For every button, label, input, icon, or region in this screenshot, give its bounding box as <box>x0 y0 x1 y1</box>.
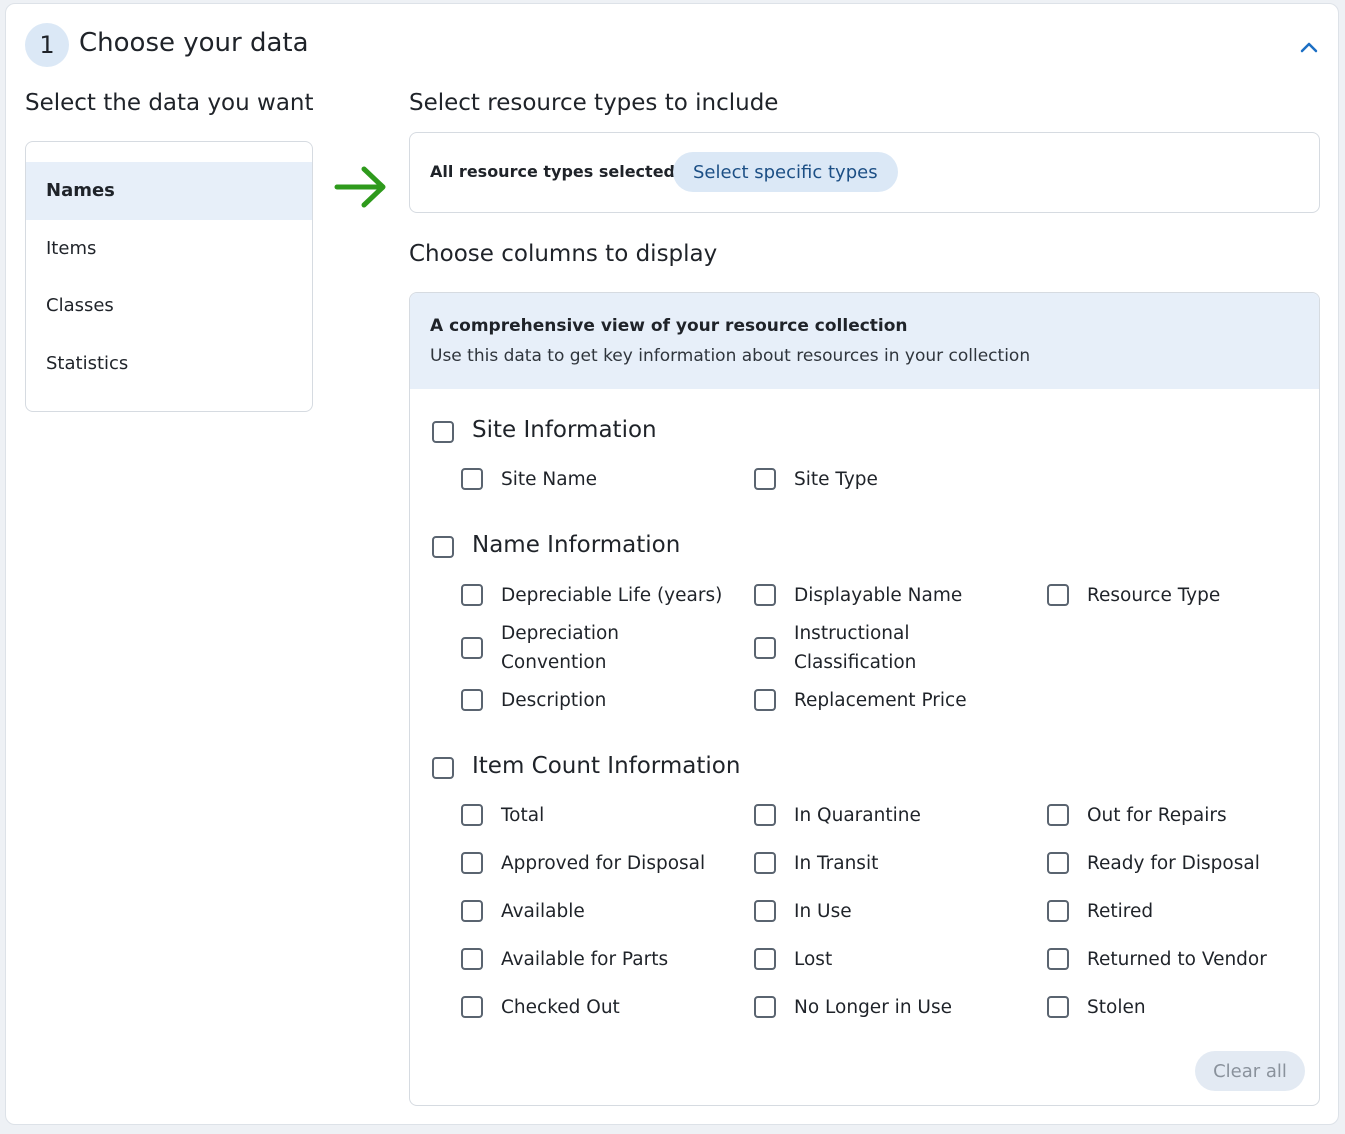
column-checkbox-depreciable-life[interactable] <box>461 584 483 606</box>
data-type-items[interactable]: Items <box>26 220 312 278</box>
column-checkbox-approved-for-disposal[interactable] <box>461 852 483 874</box>
column-checkbox-total[interactable] <box>461 804 483 826</box>
columns-heading: Choose columns to display <box>409 241 718 267</box>
column-checkbox-in-quarantine[interactable] <box>754 804 776 826</box>
column-checkbox-no-longer-in-use[interactable] <box>754 996 776 1018</box>
data-type-list: Names Items Classes Statistics <box>25 141 313 412</box>
column-label-instructional-classification-line2: Classification <box>794 652 917 673</box>
column-checkbox-displayable-name[interactable] <box>754 584 776 606</box>
column-checkbox-available[interactable] <box>461 900 483 922</box>
data-type-names[interactable]: Names <box>26 162 312 220</box>
column-checkbox-in-use[interactable] <box>754 900 776 922</box>
column-label-total: Total <box>501 805 545 826</box>
column-checkbox-available-for-parts[interactable] <box>461 948 483 970</box>
column-label-returned-to-vendor: Returned to Vendor <box>1087 949 1267 970</box>
group-label-site-information: Site Information <box>472 417 657 443</box>
column-label-site-type: Site Type <box>794 469 878 490</box>
column-checkbox-description[interactable] <box>461 689 483 711</box>
collapse-button[interactable] <box>1294 32 1324 62</box>
banner-title: A comprehensive view of your resource co… <box>430 316 908 336</box>
column-label-instructional-classification-line1: Instructional <box>794 623 910 644</box>
column-checkbox-depreciation-convention[interactable] <box>461 637 483 659</box>
column-label-in-transit: In Transit <box>794 853 879 874</box>
column-label-available-for-parts: Available for Parts <box>501 949 669 970</box>
column-label-out-for-repairs: Out for Repairs <box>1087 805 1227 826</box>
column-label-depreciation-convention-line1: Depreciation <box>501 623 620 644</box>
column-label-depreciation-convention-line2: Convention <box>501 652 607 673</box>
group-checkbox-name-information[interactable] <box>432 536 454 558</box>
column-checkbox-out-for-repairs[interactable] <box>1047 804 1069 826</box>
column-label-in-use: In Use <box>794 901 852 922</box>
clear-all-button[interactable]: Clear all <box>1195 1051 1305 1091</box>
column-checkbox-checked-out[interactable] <box>461 996 483 1018</box>
data-type-statistics[interactable]: Statistics <box>26 335 312 393</box>
column-checkbox-lost[interactable] <box>754 948 776 970</box>
column-label-stolen: Stolen <box>1087 997 1146 1018</box>
column-label-checked-out: Checked Out <box>501 997 620 1018</box>
column-label-displayable-name: Displayable Name <box>794 585 963 606</box>
column-checkbox-site-type[interactable] <box>754 468 776 490</box>
column-checkbox-site-name[interactable] <box>461 468 483 490</box>
column-checkbox-resource-type[interactable] <box>1047 584 1069 606</box>
step-title: Choose your data <box>79 28 309 58</box>
banner-subtitle: Use this data to get key information abo… <box>430 346 1031 366</box>
column-label-lost: Lost <box>794 949 833 970</box>
column-label-description: Description <box>501 690 607 711</box>
column-checkbox-ready-for-disposal[interactable] <box>1047 852 1069 874</box>
data-type-classes[interactable]: Classes <box>26 277 312 335</box>
column-label-replacement-price: Replacement Price <box>794 690 967 711</box>
chevron-up-icon <box>1300 42 1318 53</box>
column-label-in-quarantine: In Quarantine <box>794 805 921 826</box>
column-label-depreciable-life: Depreciable Life (years) <box>501 585 723 606</box>
columns-panel: A comprehensive view of your resource co… <box>409 292 1320 1106</box>
arrow-right-icon <box>334 166 386 208</box>
group-label-name-information: Name Information <box>472 532 681 558</box>
choose-data-card: 1 Choose your data Select the data you w… <box>5 3 1339 1125</box>
group-checkbox-item-count-information[interactable] <box>432 757 454 779</box>
column-checkbox-instructional-classification[interactable] <box>754 637 776 659</box>
column-label-available: Available <box>501 901 585 922</box>
column-checkbox-stolen[interactable] <box>1047 996 1069 1018</box>
column-label-site-name: Site Name <box>501 469 597 490</box>
column-checkbox-returned-to-vendor[interactable] <box>1047 948 1069 970</box>
columns-banner: A comprehensive view of your resource co… <box>410 293 1319 389</box>
column-checkbox-replacement-price[interactable] <box>754 689 776 711</box>
column-label-approved-for-disposal: Approved for Disposal <box>501 853 706 874</box>
column-label-no-longer-in-use: No Longer in Use <box>794 997 952 1018</box>
group-label-item-count-information: Item Count Information <box>472 753 741 779</box>
select-specific-types-button[interactable]: Select specific types <box>673 152 898 192</box>
column-checkbox-retired[interactable] <box>1047 900 1069 922</box>
column-label-retired: Retired <box>1087 901 1154 922</box>
column-label-ready-for-disposal: Ready for Disposal <box>1087 853 1260 874</box>
resource-types-heading: Select resource types to include <box>409 90 779 116</box>
resource-types-status: All resource types selected <box>430 162 675 181</box>
step-number-badge: 1 <box>25 23 69 67</box>
column-label-resource-type: Resource Type <box>1087 585 1221 606</box>
data-type-heading: Select the data you want <box>25 90 314 116</box>
column-checkbox-in-transit[interactable] <box>754 852 776 874</box>
resource-types-panel: All resource types selected Select speci… <box>409 132 1320 213</box>
group-checkbox-site-information[interactable] <box>432 421 454 443</box>
